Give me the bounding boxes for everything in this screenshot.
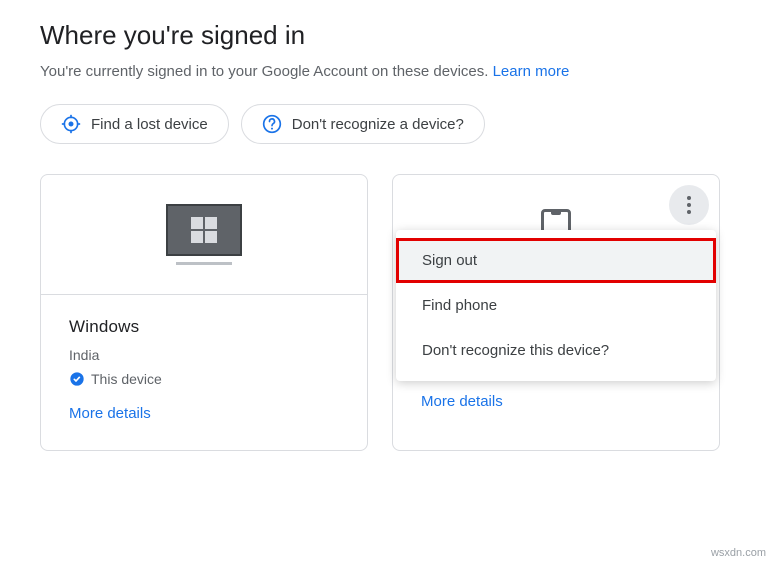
device-card-windows: Windows India This device More details — [40, 174, 368, 451]
question-icon — [262, 114, 282, 134]
watermark: wsxdn.com — [711, 547, 766, 559]
menu-item-dont-recognize[interactable]: Don't recognize this device? — [396, 328, 716, 373]
device-cards: Windows India This device More details S… — [40, 174, 732, 451]
check-circle-icon — [69, 371, 85, 387]
action-chips-row: Find a lost device Don't recognize a dev… — [40, 104, 732, 144]
subtitle: You're currently signed in to your Googl… — [40, 63, 732, 80]
find-lost-device-label: Find a lost device — [91, 116, 208, 133]
menu-item-find-phone[interactable]: Find phone — [396, 283, 716, 328]
dont-recognize-device-chip[interactable]: Don't recognize a device? — [241, 104, 485, 144]
device-card-body: Windows India This device More details — [41, 295, 367, 450]
windows-monitor-icon — [166, 204, 242, 265]
device-icon-area — [41, 175, 367, 295]
device-location: India — [69, 347, 339, 363]
subtitle-text: You're currently signed in to your Googl… — [40, 63, 493, 80]
device-name: Windows — [69, 317, 339, 337]
overflow-menu-button[interactable] — [669, 185, 709, 225]
this-device-indicator: This device — [69, 371, 339, 387]
this-device-label: This device — [91, 371, 162, 387]
device-card-phone: Sign out Find phone Don't recognize this… — [392, 174, 720, 451]
more-details-link[interactable]: More details — [421, 393, 691, 410]
dont-recognize-device-label: Don't recognize a device? — [292, 116, 464, 133]
device-options-menu: Sign out Find phone Don't recognize this… — [396, 230, 716, 381]
target-icon — [61, 114, 81, 134]
learn-more-link[interactable]: Learn more — [493, 63, 570, 80]
find-lost-device-chip[interactable]: Find a lost device — [40, 104, 229, 144]
menu-item-sign-out[interactable]: Sign out — [396, 238, 716, 283]
more-vert-icon — [687, 196, 691, 214]
more-details-link[interactable]: More details — [69, 405, 339, 422]
page-title: Where you're signed in — [40, 20, 732, 51]
